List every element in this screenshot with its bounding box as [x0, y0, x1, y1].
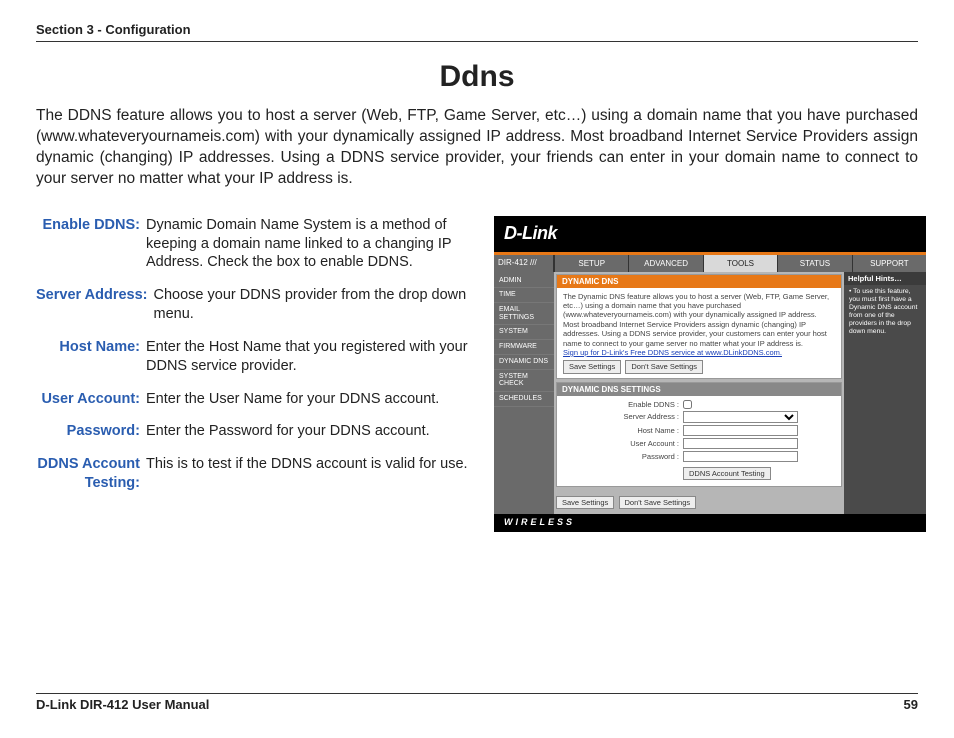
side-admin[interactable]: ADMIN — [494, 274, 554, 289]
test-button[interactable]: DDNS Account Testing — [683, 467, 771, 480]
footer-buttons: Save Settings Don't Save Settings — [556, 490, 842, 512]
label-server-address: Server Address : — [563, 412, 683, 421]
side-time[interactable]: TIME — [494, 288, 554, 303]
side-schedules[interactable]: SCHEDULES — [494, 392, 554, 407]
row-password: Password : — [563, 451, 835, 462]
signup-link[interactable]: Sign up for D-Link's Free DDNS service a… — [563, 348, 835, 357]
user-account-input[interactable] — [683, 438, 798, 449]
enable-ddns-checkbox[interactable] — [683, 400, 692, 409]
panel-ddns-text: The Dynamic DNS feature allows you to ho… — [563, 292, 835, 348]
side-syscheck[interactable]: SYSTEM CHECK — [494, 370, 554, 392]
def-text: Enter the Password for your DDNS account… — [146, 422, 476, 441]
side-firmware[interactable]: FIRMWARE — [494, 340, 554, 355]
hints-title: Helpful Hints… — [844, 272, 926, 285]
side-menu: ADMIN TIME EMAIL SETTINGS SYSTEM FIRMWAR… — [494, 272, 554, 515]
def-enable-ddns: Enable DDNS: Dynamic Domain Name System … — [36, 216, 476, 273]
def-text: This is to test if the DDNS account is v… — [146, 455, 476, 493]
hints-panel: Helpful Hints… • To use this feature, yo… — [844, 272, 926, 515]
def-user-account: User Account: Enter the User Name for yo… — [36, 390, 476, 409]
section-header: Section 3 - Configuration — [36, 22, 918, 37]
def-label: User Account: — [36, 390, 146, 409]
router-ui-screenshot: D-Link DIR-412 /// SETUP ADVANCED TOOLS … — [494, 216, 926, 533]
tab-setup[interactable]: SETUP — [554, 255, 628, 272]
panel-settings-title: DYNAMIC DNS SETTINGS — [557, 383, 841, 396]
def-label: Password: — [36, 422, 146, 441]
def-text: Dynamic Domain Name System is a method o… — [146, 216, 476, 273]
def-text: Enter the User Name for your DDNS accoun… — [146, 390, 476, 409]
def-text: Enter the Host Name that you registered … — [146, 338, 476, 376]
server-address-select[interactable] — [683, 411, 798, 423]
row-user-account: User Account : — [563, 438, 835, 449]
save-button[interactable]: Save Settings — [563, 360, 621, 373]
tab-row: DIR-412 /// SETUP ADVANCED TOOLS STATUS … — [494, 255, 926, 272]
tab-tools[interactable]: TOOLS — [703, 255, 777, 272]
nosave-button-bottom[interactable]: Don't Save Settings — [619, 496, 697, 509]
label-user-account: User Account : — [563, 439, 683, 448]
footer-page: 59 — [904, 697, 918, 712]
def-server-address: Server Address: Choose your DDNS provide… — [36, 286, 476, 324]
router-footer: WIRELESS — [494, 514, 926, 532]
footer-manual: D-Link DIR-412 User Manual — [36, 697, 209, 712]
definitions-column: Enable DDNS: Dynamic Domain Name System … — [36, 216, 476, 533]
side-system[interactable]: SYSTEM — [494, 325, 554, 340]
header-rule — [36, 39, 918, 42]
tab-support[interactable]: SUPPORT — [852, 255, 926, 272]
row-test: DDNS Account Testing — [563, 464, 835, 480]
password-input[interactable] — [683, 451, 798, 462]
host-name-input[interactable] — [683, 425, 798, 436]
hints-text: • To use this feature, you must first ha… — [844, 285, 926, 340]
page-footer: D-Link DIR-412 User Manual 59 — [36, 693, 918, 712]
tab-advanced[interactable]: ADVANCED — [628, 255, 702, 272]
def-host-name: Host Name: Enter the Host Name that you … — [36, 338, 476, 376]
label-password: Password : — [563, 452, 683, 461]
dlink-logo: D-Link — [504, 223, 557, 244]
row-enable-ddns: Enable DDNS : — [563, 400, 835, 409]
def-password: Password: Enter the Password for your DD… — [36, 422, 476, 441]
panel-ddns-info: DYNAMIC DNS The Dynamic DNS feature allo… — [556, 274, 842, 379]
intro-paragraph: The DDNS feature allows you to host a se… — [36, 106, 918, 190]
main-area: DYNAMIC DNS The Dynamic DNS feature allo… — [554, 272, 844, 515]
side-ddns[interactable]: DYNAMIC DNS — [494, 355, 554, 370]
panel-ddns-title: DYNAMIC DNS — [557, 275, 841, 288]
row-host-name: Host Name : — [563, 425, 835, 436]
def-label: Server Address: — [36, 286, 154, 324]
def-label: Enable DDNS: — [36, 216, 146, 273]
model-cell: DIR-412 /// — [494, 255, 554, 272]
nosave-button[interactable]: Don't Save Settings — [625, 360, 703, 373]
panel-ddns-settings: DYNAMIC DNS SETTINGS Enable DDNS : Serve… — [556, 382, 842, 488]
def-label: Host Name: — [36, 338, 146, 376]
page-title: Ddns — [36, 60, 918, 94]
def-ddns-testing: DDNS Account Testing: This is to test if… — [36, 455, 476, 493]
side-email[interactable]: EMAIL SETTINGS — [494, 303, 554, 325]
row-server-address: Server Address : — [563, 411, 835, 423]
label-enable-ddns: Enable DDNS : — [563, 400, 683, 409]
def-text: Choose your DDNS provider from the drop … — [154, 286, 477, 324]
def-label: DDNS Account Testing: — [36, 455, 146, 493]
router-header: D-Link — [494, 216, 926, 252]
model-label: DIR-412 — [498, 258, 528, 267]
label-host-name: Host Name : — [563, 426, 683, 435]
save-button-bottom[interactable]: Save Settings — [556, 496, 614, 509]
tab-status[interactable]: STATUS — [777, 255, 851, 272]
